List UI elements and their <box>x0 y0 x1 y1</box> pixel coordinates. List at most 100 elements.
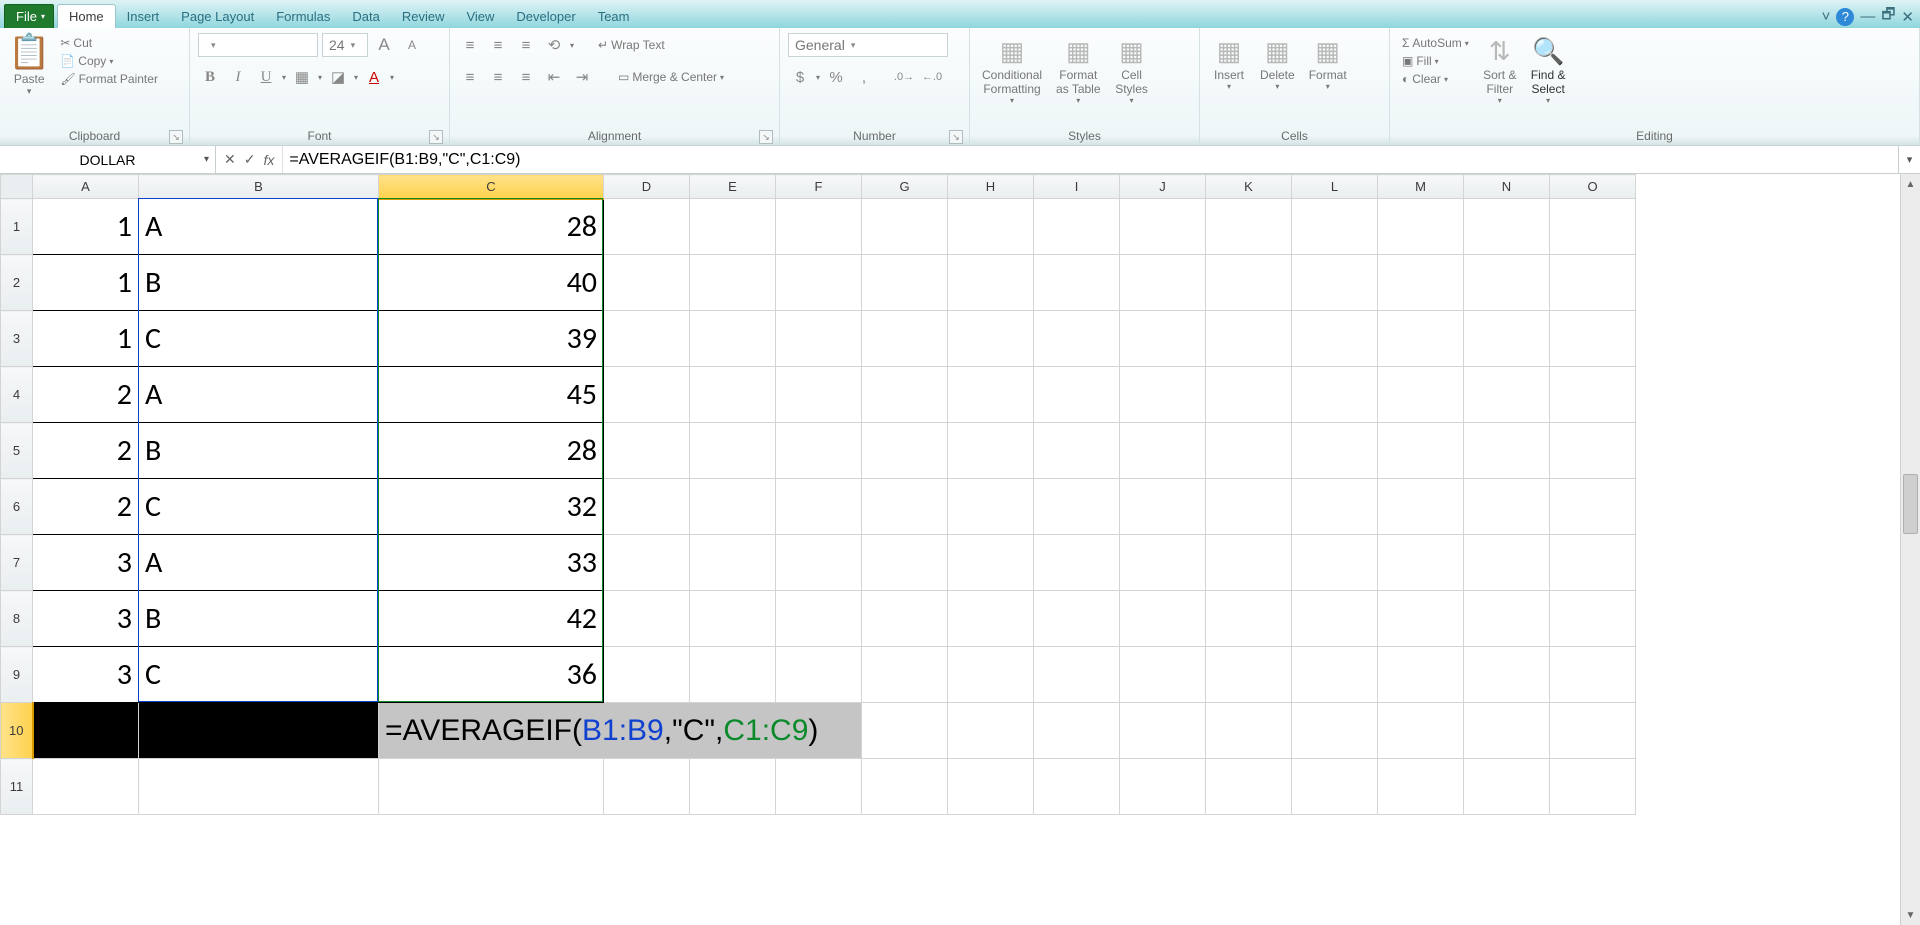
cell-O3[interactable] <box>1550 311 1636 367</box>
cell-B11[interactable] <box>139 759 379 815</box>
font-family-select[interactable] <box>198 33 318 57</box>
cell-N6[interactable] <box>1464 479 1550 535</box>
cell-C6[interactable]: 32 <box>379 479 604 535</box>
cell-I9[interactable] <box>1034 647 1120 703</box>
row-header-11[interactable]: 11 <box>1 759 33 815</box>
cell-D2[interactable] <box>604 255 690 311</box>
scroll-up-icon[interactable]: ▲ <box>1901 174 1920 194</box>
cell-E7[interactable] <box>690 535 776 591</box>
cell-I1[interactable] <box>1034 199 1120 255</box>
close-icon[interactable]: ✕ <box>1901 8 1914 26</box>
cell-A2[interactable]: 1 <box>33 255 139 311</box>
cell-K4[interactable] <box>1206 367 1292 423</box>
cell-L3[interactable] <box>1292 311 1378 367</box>
col-header-F[interactable]: F <box>776 175 862 199</box>
cell-J10[interactable] <box>1120 703 1206 759</box>
col-header-E[interactable]: E <box>690 175 776 199</box>
align-left-icon[interactable]: ≡ <box>458 65 482 89</box>
cell-H10[interactable] <box>948 703 1034 759</box>
cell-I8[interactable] <box>1034 591 1120 647</box>
cell-C4[interactable]: 45 <box>379 367 604 423</box>
cell-E6[interactable] <box>690 479 776 535</box>
cell-styles-button[interactable]: ▦Cell Styles▾ <box>1111 32 1153 107</box>
cell-O9[interactable] <box>1550 647 1636 703</box>
sort-filter-button[interactable]: ⇅Sort & Filter▾ <box>1479 32 1521 107</box>
cell-L2[interactable] <box>1292 255 1378 311</box>
increase-font-icon[interactable]: A <box>372 33 396 57</box>
row-header-7[interactable]: 7 <box>1 535 33 591</box>
cell-D9[interactable] <box>604 647 690 703</box>
cell-F11[interactable] <box>776 759 862 815</box>
cell-A8[interactable]: 3 <box>33 591 139 647</box>
cell-J11[interactable] <box>1120 759 1206 815</box>
format-cells-button[interactable]: ▦Format▾ <box>1305 32 1351 93</box>
cell-L10[interactable] <box>1292 703 1378 759</box>
autosum-button[interactable]: ΣAutoSum▾ <box>1398 36 1473 50</box>
fill-color-button[interactable]: ◪ <box>326 65 350 89</box>
cell-N7[interactable] <box>1464 535 1550 591</box>
format-painter-button[interactable]: 🖌Format Painter <box>56 72 162 86</box>
wrap-text-button[interactable]: ↵Wrap Text <box>594 38 669 52</box>
cell-N2[interactable] <box>1464 255 1550 311</box>
cell-O5[interactable] <box>1550 423 1636 479</box>
formula-input[interactable]: =AVERAGEIF(B1:B9,"C",C1:C9) <box>283 146 1898 173</box>
cell-J6[interactable] <box>1120 479 1206 535</box>
find-select-button[interactable]: 🔍Find & Select▾ <box>1527 32 1570 107</box>
cell-N9[interactable] <box>1464 647 1550 703</box>
cell-N1[interactable] <box>1464 199 1550 255</box>
cell-D5[interactable] <box>604 423 690 479</box>
cell-E9[interactable] <box>690 647 776 703</box>
cell-G5[interactable] <box>862 423 948 479</box>
cell-E11[interactable] <box>690 759 776 815</box>
cell-H1[interactable] <box>948 199 1034 255</box>
percent-button[interactable]: % <box>824 65 848 89</box>
tab-view[interactable]: View <box>455 4 505 28</box>
enter-formula-icon[interactable]: ✓ <box>244 151 256 168</box>
cell-K7[interactable] <box>1206 535 1292 591</box>
cell-H7[interactable] <box>948 535 1034 591</box>
cell-F3[interactable] <box>776 311 862 367</box>
clear-button[interactable]: ◐Clear▾ <box>1398 72 1473 86</box>
format-as-table-button[interactable]: ▦Format as Table▾ <box>1052 32 1104 107</box>
cell-M4[interactable] <box>1378 367 1464 423</box>
row-header-5[interactable]: 5 <box>1 423 33 479</box>
align-right-icon[interactable]: ≡ <box>514 65 538 89</box>
cell-N11[interactable] <box>1464 759 1550 815</box>
cell-G10[interactable] <box>862 703 948 759</box>
cell-N4[interactable] <box>1464 367 1550 423</box>
tab-insert[interactable]: Insert <box>116 4 171 28</box>
cell-C2[interactable]: 40 <box>379 255 604 311</box>
vertical-scrollbar[interactable]: ▲ ▼ <box>1900 174 1920 925</box>
cell-D3[interactable] <box>604 311 690 367</box>
underline-button[interactable]: U <box>254 65 278 89</box>
ribbon-collapse-icon[interactable]: ˅ <box>1822 8 1831 25</box>
cell-H4[interactable] <box>948 367 1034 423</box>
cell-F1[interactable] <box>776 199 862 255</box>
cell-J4[interactable] <box>1120 367 1206 423</box>
col-header-M[interactable]: M <box>1378 175 1464 199</box>
row-header-3[interactable]: 3 <box>1 311 33 367</box>
cell-K2[interactable] <box>1206 255 1292 311</box>
align-center-icon[interactable]: ≡ <box>486 65 510 89</box>
cell-E5[interactable] <box>690 423 776 479</box>
cell-K9[interactable] <box>1206 647 1292 703</box>
cell-O7[interactable] <box>1550 535 1636 591</box>
row-header-4[interactable]: 4 <box>1 367 33 423</box>
cell-G1[interactable] <box>862 199 948 255</box>
row-header-2[interactable]: 2 <box>1 255 33 311</box>
cell-B1[interactable]: A <box>139 199 379 255</box>
col-header-L[interactable]: L <box>1292 175 1378 199</box>
col-header-N[interactable]: N <box>1464 175 1550 199</box>
cell-D4[interactable] <box>604 367 690 423</box>
cell-L7[interactable] <box>1292 535 1378 591</box>
align-bottom-icon[interactable]: ≡ <box>514 33 538 57</box>
cell-O2[interactable] <box>1550 255 1636 311</box>
cell-M8[interactable] <box>1378 591 1464 647</box>
cell-C5[interactable]: 28 <box>379 423 604 479</box>
cell-I2[interactable] <box>1034 255 1120 311</box>
tab-developer[interactable]: Developer <box>505 4 586 28</box>
delete-cells-button[interactable]: ▦Delete▾ <box>1256 32 1299 93</box>
align-middle-icon[interactable]: ≡ <box>486 33 510 57</box>
cell-L1[interactable] <box>1292 199 1378 255</box>
cell-B4[interactable]: A <box>139 367 379 423</box>
